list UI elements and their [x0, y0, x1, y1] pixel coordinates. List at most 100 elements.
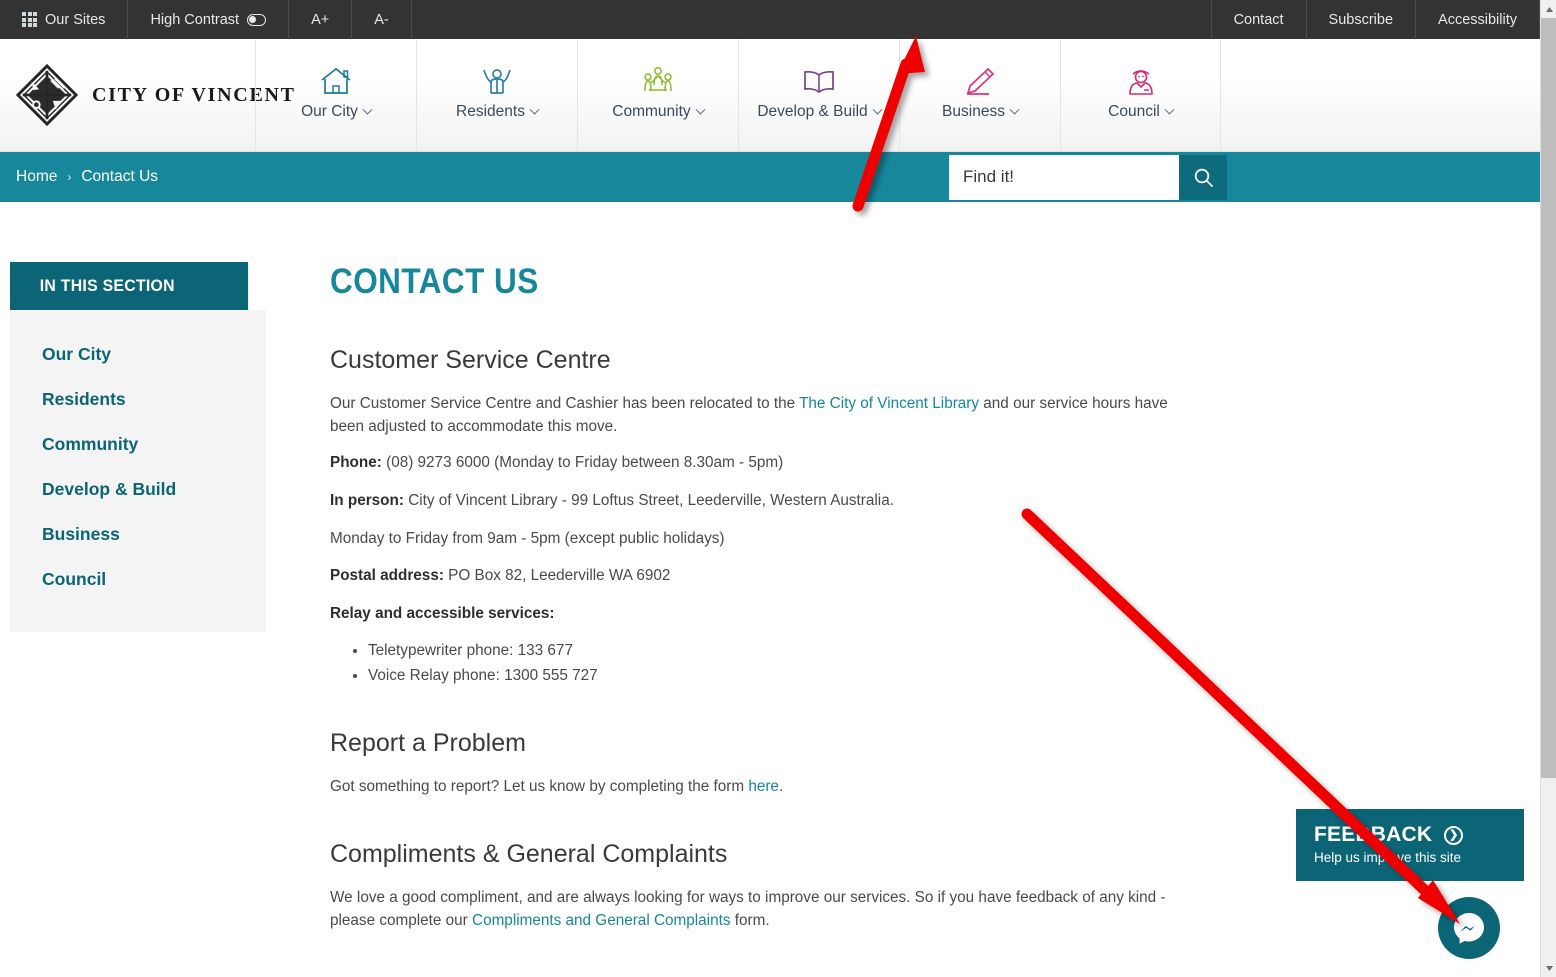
decrease-font-button[interactable]: A-	[351, 0, 412, 39]
nav-residents-label: Residents	[456, 103, 525, 120]
sidebar-heading: In This Section	[10, 262, 249, 310]
facebook-messenger-icon	[1454, 913, 1484, 944]
nav-label: Our City	[301, 103, 373, 121]
feedback-subtitle: Help us improve this site	[1314, 850, 1462, 865]
nav-develop-build-label: Develop & Build	[757, 103, 868, 120]
accessibility-label: Accessibility	[1438, 11, 1517, 28]
main-navigation: Our City Residents Community Develop & B…	[255, 39, 1221, 151]
paragraph-report-a-problem: Got something to report? Let us know by …	[330, 776, 1206, 799]
site-logo[interactable]: CITY OF VINCENT	[0, 39, 294, 151]
relay-services-list: Teletypewriter phone: 133 677 Voice Rela…	[368, 640, 1206, 686]
messenger-chat-button[interactable]	[1438, 897, 1500, 959]
nav-item-council[interactable]: Council	[1060, 39, 1221, 151]
text-after-compliments-link: form.	[730, 911, 770, 929]
chevron-right-circle-icon: ❯	[1444, 825, 1464, 845]
accessibility-link[interactable]: Accessibility	[1415, 0, 1540, 39]
chevron-down-icon	[695, 104, 706, 115]
contact-phone-line: Phone: (08) 9273 6000 (Monday to Friday …	[330, 452, 1206, 475]
utility-topbar-left: Our Sites High Contrast A+ A-	[0, 0, 412, 39]
council-person-icon	[1124, 59, 1158, 103]
search-input[interactable]	[949, 154, 1179, 200]
subscribe-label: Subscribe	[1328, 11, 1394, 28]
page-content: Our Sites High Contrast A+ A- Contact Su…	[0, 0, 1540, 977]
compliments-complaints-link[interactable]: Compliments and General Complaints	[472, 912, 730, 929]
section-sidebar: In This Section Our City Residents Commu…	[10, 262, 266, 977]
search-icon	[1194, 168, 1213, 187]
report-problem-here-link[interactable]: here	[748, 778, 779, 795]
text-before-library-link: Our Customer Service Centre and Cashier …	[330, 395, 800, 412]
contact-link[interactable]: Contact	[1210, 0, 1307, 39]
page-scrollbar[interactable]	[1540, 0, 1556, 977]
chevron-down-icon	[362, 104, 373, 115]
nav-item-business[interactable]: Business	[899, 39, 1060, 151]
chevron-down-icon	[1164, 104, 1175, 115]
paragraph-relocation-notice: Our Customer Service Centre and Cashier …	[330, 393, 1206, 438]
sidebar-item-council[interactable]: Council	[10, 557, 266, 602]
main-content: Contact Us Customer Service Centre Our C…	[266, 262, 1246, 977]
nav-item-residents[interactable]: Residents	[416, 39, 577, 151]
relay-label-text: Relay and accessible services:	[330, 604, 555, 622]
breadcrumb-search-bar: Home › Contact Us	[0, 152, 1540, 202]
nav-council-label: Council	[1108, 103, 1160, 120]
nav-item-our-city[interactable]: Our City	[255, 39, 416, 151]
contact-label: Contact	[1233, 11, 1284, 28]
nav-label: Develop & Build	[757, 103, 883, 121]
increase-font-button[interactable]: A+	[288, 0, 353, 39]
breadcrumb-separator-icon: ›	[67, 170, 72, 184]
heading-report-a-problem: Report a Problem	[330, 728, 526, 757]
nav-community-label: Community	[612, 103, 691, 120]
heading-compliments-general-complaints: Compliments & General Complaints	[330, 840, 728, 869]
utility-topbar-right: Contact Subscribe Accessibility	[1210, 0, 1540, 39]
high-contrast-button[interactable]: High Contrast	[127, 0, 290, 39]
breadcrumb: Home › Contact Us	[0, 152, 158, 202]
utility-topbar: Our Sites High Contrast A+ A- Contact Su…	[0, 0, 1540, 39]
pencil-icon	[963, 59, 997, 103]
text-after-here-link: .	[778, 777, 784, 795]
decrease-font-label: A-	[374, 11, 389, 28]
our-sites-button[interactable]: Our Sites	[0, 0, 129, 39]
relay-services-label: Relay and accessible services:	[330, 603, 1206, 626]
nav-item-develop-build[interactable]: Develop & Build	[738, 39, 899, 151]
feedback-title: FEEDBACK	[1314, 823, 1433, 846]
subscribe-link[interactable]: Subscribe	[1305, 0, 1417, 39]
open-book-icon	[801, 59, 837, 103]
phone-value: (08) 9273 6000 (Monday to Friday between…	[386, 454, 784, 472]
grid-icon	[22, 12, 37, 27]
sidebar-item-residents[interactable]: Residents	[10, 377, 266, 422]
sidebar-item-our-city[interactable]: Our City	[10, 332, 266, 377]
sidebar-item-community[interactable]: Community	[10, 422, 266, 467]
city-of-vincent-crest-icon	[16, 64, 78, 126]
city-of-vincent-library-link[interactable]: The City of Vincent Library	[799, 395, 979, 412]
high-contrast-label: High Contrast	[150, 11, 240, 28]
nav-label: Council	[1108, 103, 1175, 121]
phone-label: Phone:	[330, 454, 382, 472]
sidebar-item-develop-build[interactable]: Develop & Build	[10, 467, 266, 512]
scroll-up-arrow-icon[interactable]	[1541, 0, 1556, 18]
nav-label: Business	[942, 103, 1020, 121]
contrast-toggle-icon	[247, 13, 267, 26]
nav-business-label: Business	[942, 103, 1005, 120]
sidebar-item-business[interactable]: Business	[10, 512, 266, 557]
inperson-label: In person:	[330, 491, 404, 509]
breadcrumb-item-contact-us: Contact Us	[81, 168, 159, 185]
nav-item-community[interactable]: Community	[577, 39, 738, 151]
text-before-here-link: Got something to report? Let us know by …	[330, 777, 749, 795]
chevron-down-icon	[529, 104, 540, 115]
contact-inperson-line: In person: City of Vincent Library - 99 …	[330, 490, 1206, 513]
feedback-widget[interactable]: FEEDBACK ❯ Help us improve this site	[1296, 809, 1524, 881]
postal-label: Postal address:	[330, 567, 444, 585]
people-group-icon	[640, 59, 676, 103]
house-icon	[319, 59, 353, 103]
paragraph-compliments: We love a good compliment, and are alway…	[330, 887, 1206, 932]
scrollbar-thumb[interactable]	[1541, 18, 1556, 778]
chevron-down-icon	[1009, 104, 1020, 115]
scroll-down-arrow-icon[interactable]	[1541, 959, 1556, 977]
person-arms-raised-icon	[480, 59, 514, 103]
site-header: CITY OF VINCENT Our City Residents Commu…	[0, 39, 1540, 152]
breadcrumb-item-home[interactable]: Home	[16, 168, 57, 186]
search-submit-button[interactable]	[1179, 154, 1227, 200]
opening-hours-line: Monday to Friday from 9am - 5pm (except …	[330, 529, 725, 547]
chevron-down-icon	[872, 104, 883, 115]
heading-customer-service-centre: Customer Service Centre	[330, 346, 611, 374]
feedback-title-row: FEEDBACK ❯	[1314, 823, 1506, 847]
